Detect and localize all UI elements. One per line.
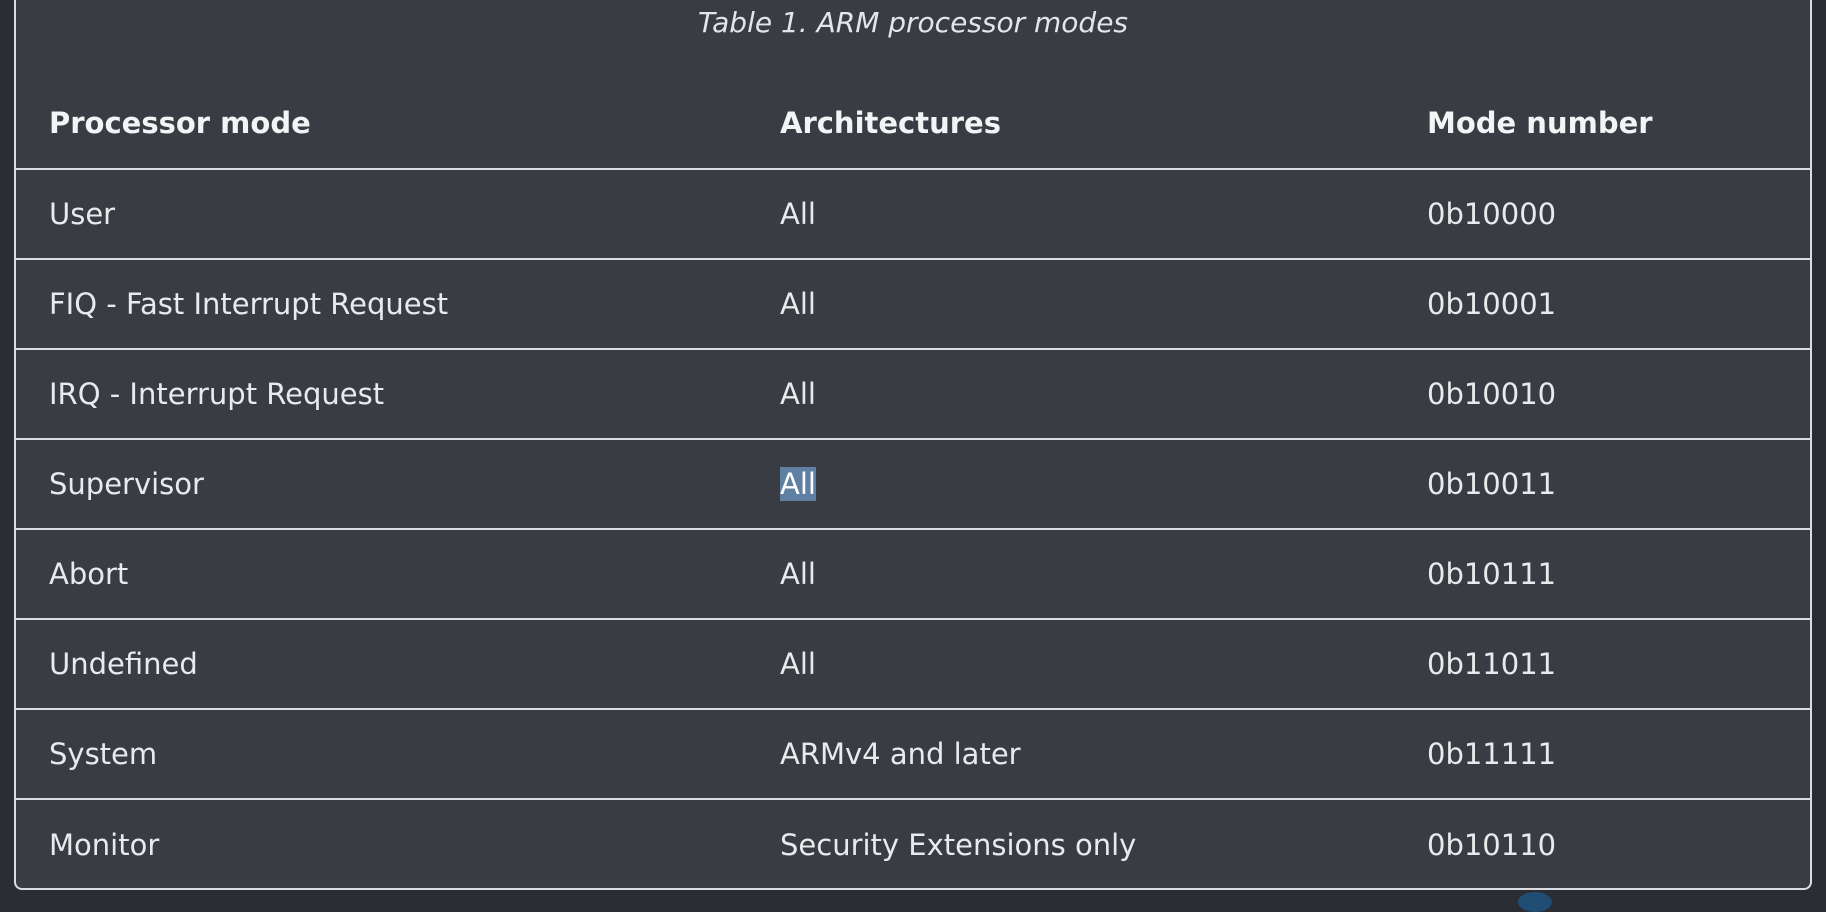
cell-mode-number: 0b11111: [1427, 737, 1557, 771]
scrollbar-track[interactable]: [1812, 0, 1826, 902]
table-header-row: Processor mode Architectures Mode number: [16, 80, 1810, 169]
cell-architectures: All: [780, 287, 816, 321]
cell-mode-number: 0b10111: [1427, 557, 1557, 591]
cell-processor-mode: IRQ - Interrupt Request: [49, 377, 385, 411]
cell-mode-number: 0b10110: [1427, 827, 1557, 862]
cell-processor-mode: Undefined: [49, 647, 198, 681]
cell-mode-number: 0b10001: [1427, 287, 1557, 321]
table-row: System ARMv4 and later 0b11111: [16, 709, 1810, 799]
cell-architectures: All: [780, 557, 816, 591]
table-caption: Table 1. ARM processor modes: [697, 6, 1129, 39]
table-row: IRQ - Interrupt Request All 0b10010: [16, 349, 1810, 439]
cell-processor-mode: User: [49, 197, 116, 231]
cell-processor-mode: System: [49, 737, 158, 771]
floating-action-button[interactable]: [1518, 892, 1552, 912]
cell-architectures: Security Extensions only: [780, 827, 1137, 862]
cell-architectures: All: [780, 647, 816, 681]
table-row: Supervisor All 0b10011: [16, 439, 1810, 529]
cell-mode-number: 0b10000: [1427, 197, 1557, 231]
cell-architectures: All: [780, 377, 816, 411]
cell-processor-mode: Abort: [49, 557, 129, 591]
cell-mode-number: 0b10010: [1427, 377, 1557, 411]
processor-modes-table: Processor mode Architectures Mode number…: [16, 80, 1810, 888]
column-header-mode-number: Mode number: [1427, 106, 1653, 140]
cell-processor-mode: Supervisor: [49, 467, 204, 501]
table-row: Undefined All 0b11011: [16, 619, 1810, 709]
cell-architectures: ARMv4 and later: [780, 737, 1021, 771]
cell-mode-number: 0b10011: [1427, 467, 1557, 501]
table-row: FIQ - Fast Interrupt Request All 0b10001: [16, 259, 1810, 349]
table-row: Monitor Security Extensions only 0b10110: [16, 799, 1810, 888]
cell-processor-mode: Monitor: [49, 827, 160, 862]
modes-table-container: Table 1. ARM processor modes Processor m…: [14, 0, 1812, 890]
table-row: User All 0b10000: [16, 169, 1810, 259]
cell-architectures: All: [780, 197, 816, 231]
column-header-architectures: Architectures: [780, 106, 1001, 140]
column-header-processor-mode: Processor mode: [49, 106, 311, 140]
selected-text[interactable]: All: [780, 467, 816, 501]
cell-architectures: All: [747, 439, 1394, 529]
cell-processor-mode: FIQ - Fast Interrupt Request: [49, 287, 449, 321]
table-row: Abort All 0b10111: [16, 529, 1810, 619]
cell-mode-number: 0b11011: [1427, 647, 1557, 681]
